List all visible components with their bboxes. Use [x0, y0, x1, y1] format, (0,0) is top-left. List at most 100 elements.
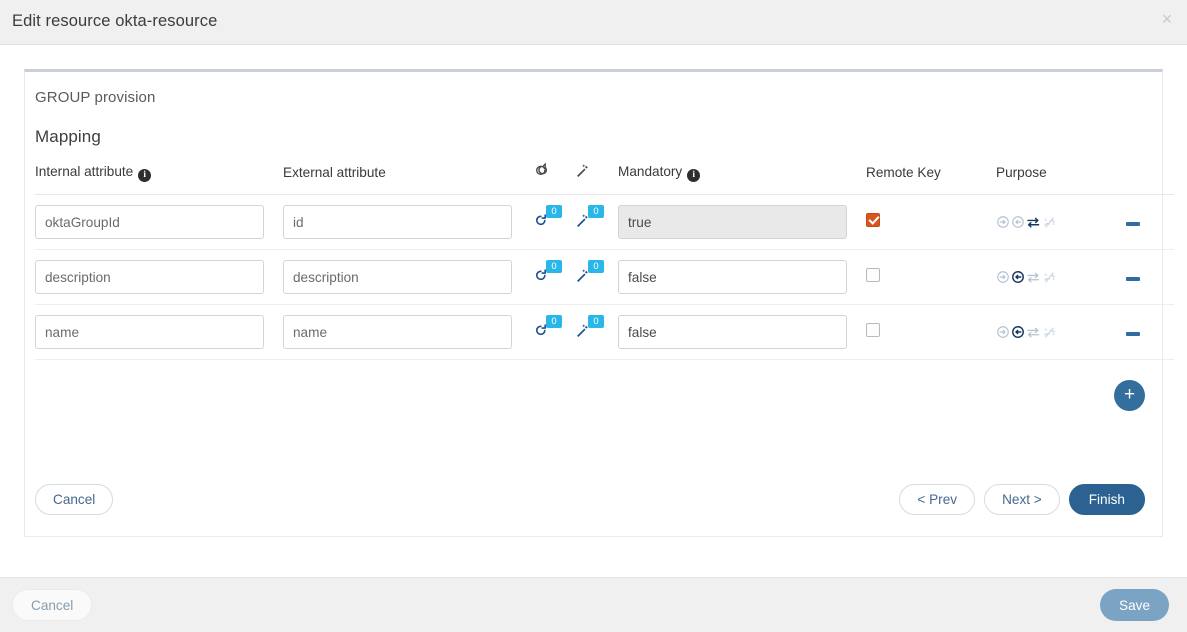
cell-mandatory	[618, 304, 866, 360]
internal-attribute-input[interactable]	[35, 260, 264, 294]
column-label-external-attribute: External attribute	[283, 164, 386, 180]
page-title: Edit resource okta-resource	[12, 12, 218, 30]
refresh-icon[interactable]	[533, 163, 548, 178]
bottom-action-bar: Cancel Save	[0, 577, 1187, 632]
mapping-section-title: Mapping	[35, 127, 101, 146]
external-attribute-input[interactable]	[283, 205, 512, 239]
mapping-table-body: 0 0	[35, 194, 1175, 360]
column-header-magic-wand	[575, 163, 618, 195]
wand-badge-count: 0	[588, 259, 604, 273]
cell-external-attribute	[283, 304, 533, 360]
column-label-purpose: Purpose	[996, 164, 1047, 180]
next-button[interactable]: Next >	[984, 484, 1060, 515]
info-icon-mandatory[interactable]: i	[687, 168, 701, 182]
purpose-bidirectional-icon[interactable]	[1026, 270, 1041, 285]
row-magic-wand-icon[interactable]: 0	[575, 314, 604, 343]
internal-attribute-input[interactable]	[35, 205, 264, 239]
purpose-arrow-right-icon[interactable]	[996, 325, 1010, 339]
table-row: 0 0	[35, 249, 1175, 305]
close-icon[interactable]: ×	[1156, 8, 1178, 30]
purpose-bidirectional-icon[interactable]	[1026, 325, 1041, 340]
cell-internal-attribute	[35, 194, 283, 250]
internal-attribute-input[interactable]	[35, 315, 264, 349]
add-row-container: +	[25, 360, 1162, 411]
mandatory-input[interactable]	[618, 260, 847, 294]
remove-row-button[interactable]	[1126, 277, 1140, 281]
cell-refresh: 0	[533, 304, 575, 360]
info-icon-internal-attribute[interactable]: i	[138, 168, 152, 182]
prev-button[interactable]: < Prev	[899, 484, 976, 515]
provision-title: GROUP provision	[35, 89, 156, 106]
external-attribute-input[interactable]	[283, 260, 512, 294]
remote-key-checkbox[interactable]	[866, 212, 880, 227]
mandatory-input[interactable]	[618, 205, 847, 239]
column-header-external-attribute: External attribute	[283, 163, 533, 195]
provision-panel: GROUP provision Mapping Internal attribu…	[24, 69, 1175, 537]
cell-purpose	[996, 194, 1126, 250]
cell-refresh: 0	[533, 194, 575, 250]
purpose-disabled-icon[interactable]	[1042, 215, 1057, 230]
bottom-save-button[interactable]: Save	[1100, 589, 1169, 621]
row-magic-wand-icon[interactable]: 0	[575, 204, 604, 233]
purpose-arrow-right-icon[interactable]	[996, 215, 1010, 229]
cell-internal-attribute	[35, 304, 283, 360]
column-header-internal-attribute: Internal attribute i	[35, 163, 283, 195]
row-refresh-icon[interactable]: 0	[533, 259, 562, 288]
column-label-mandatory: Mandatory	[618, 163, 683, 179]
modal-header: Edit resource okta-resource ×	[0, 0, 1187, 45]
magic-wand-icon[interactable]	[575, 163, 590, 178]
purpose-disabled-icon[interactable]	[1042, 325, 1057, 340]
column-header-purpose: Purpose	[996, 163, 1175, 195]
purpose-arrow-right-icon[interactable]	[996, 270, 1010, 284]
mapping-table: Internal attribute i External attribute	[35, 163, 1175, 360]
wand-badge-count: 0	[588, 314, 604, 328]
cell-magic-wand: 0	[575, 249, 618, 305]
refresh-badge-count: 0	[546, 314, 562, 328]
cell-remove	[1126, 304, 1175, 360]
remote-key-checkbox[interactable]	[866, 322, 880, 337]
cell-remote-key	[866, 249, 996, 305]
wizard-footer: Cancel < Prev Next > Finish	[25, 484, 1162, 518]
purpose-arrow-left-icon[interactable]	[1011, 325, 1025, 339]
table-row: 0 0	[35, 194, 1175, 250]
purpose-bidirectional-icon[interactable]	[1026, 215, 1041, 230]
refresh-badge-count: 0	[546, 259, 562, 273]
purpose-arrow-left-icon[interactable]	[1011, 270, 1025, 284]
remove-row-button[interactable]	[1126, 222, 1140, 226]
purpose-disabled-icon[interactable]	[1042, 270, 1057, 285]
purpose-icon-group	[996, 270, 1126, 285]
row-refresh-icon[interactable]: 0	[533, 314, 562, 343]
cell-remove	[1126, 194, 1175, 250]
column-header-remote-key: Remote Key	[866, 163, 996, 195]
cell-remote-key	[866, 194, 996, 250]
cell-purpose	[996, 249, 1126, 305]
wizard-footer-left: Cancel	[35, 484, 114, 515]
wand-badge-count: 0	[588, 204, 604, 218]
row-refresh-icon[interactable]: 0	[533, 204, 562, 233]
remote-key-checkbox[interactable]	[866, 267, 880, 282]
cell-magic-wand: 0	[575, 304, 618, 360]
table-row: 0 0	[35, 304, 1175, 360]
cell-internal-attribute	[35, 249, 283, 305]
remove-row-button[interactable]	[1126, 332, 1140, 336]
purpose-arrow-left-icon[interactable]	[1011, 215, 1025, 229]
cell-purpose	[996, 304, 1126, 360]
column-header-refresh	[533, 163, 575, 195]
purpose-icon-group	[996, 325, 1126, 340]
cell-remove	[1126, 249, 1175, 305]
cell-remote-key	[866, 304, 996, 360]
cell-external-attribute	[283, 194, 533, 250]
add-mapping-button[interactable]: +	[1114, 380, 1145, 411]
row-magic-wand-icon[interactable]: 0	[575, 259, 604, 288]
column-header-mandatory: Mandatory i	[618, 163, 866, 195]
cell-refresh: 0	[533, 249, 575, 305]
bottom-cancel-button[interactable]: Cancel	[12, 589, 93, 621]
mandatory-input[interactable]	[618, 315, 847, 349]
column-label-internal-attribute: Internal attribute	[35, 163, 134, 179]
purpose-icon-group	[996, 215, 1126, 230]
cancel-button[interactable]: Cancel	[35, 484, 114, 515]
cell-external-attribute	[283, 249, 533, 305]
external-attribute-input[interactable]	[283, 315, 512, 349]
finish-button[interactable]: Finish	[1068, 484, 1145, 515]
wizard-footer-right: < Prev Next > Finish	[899, 484, 1145, 515]
